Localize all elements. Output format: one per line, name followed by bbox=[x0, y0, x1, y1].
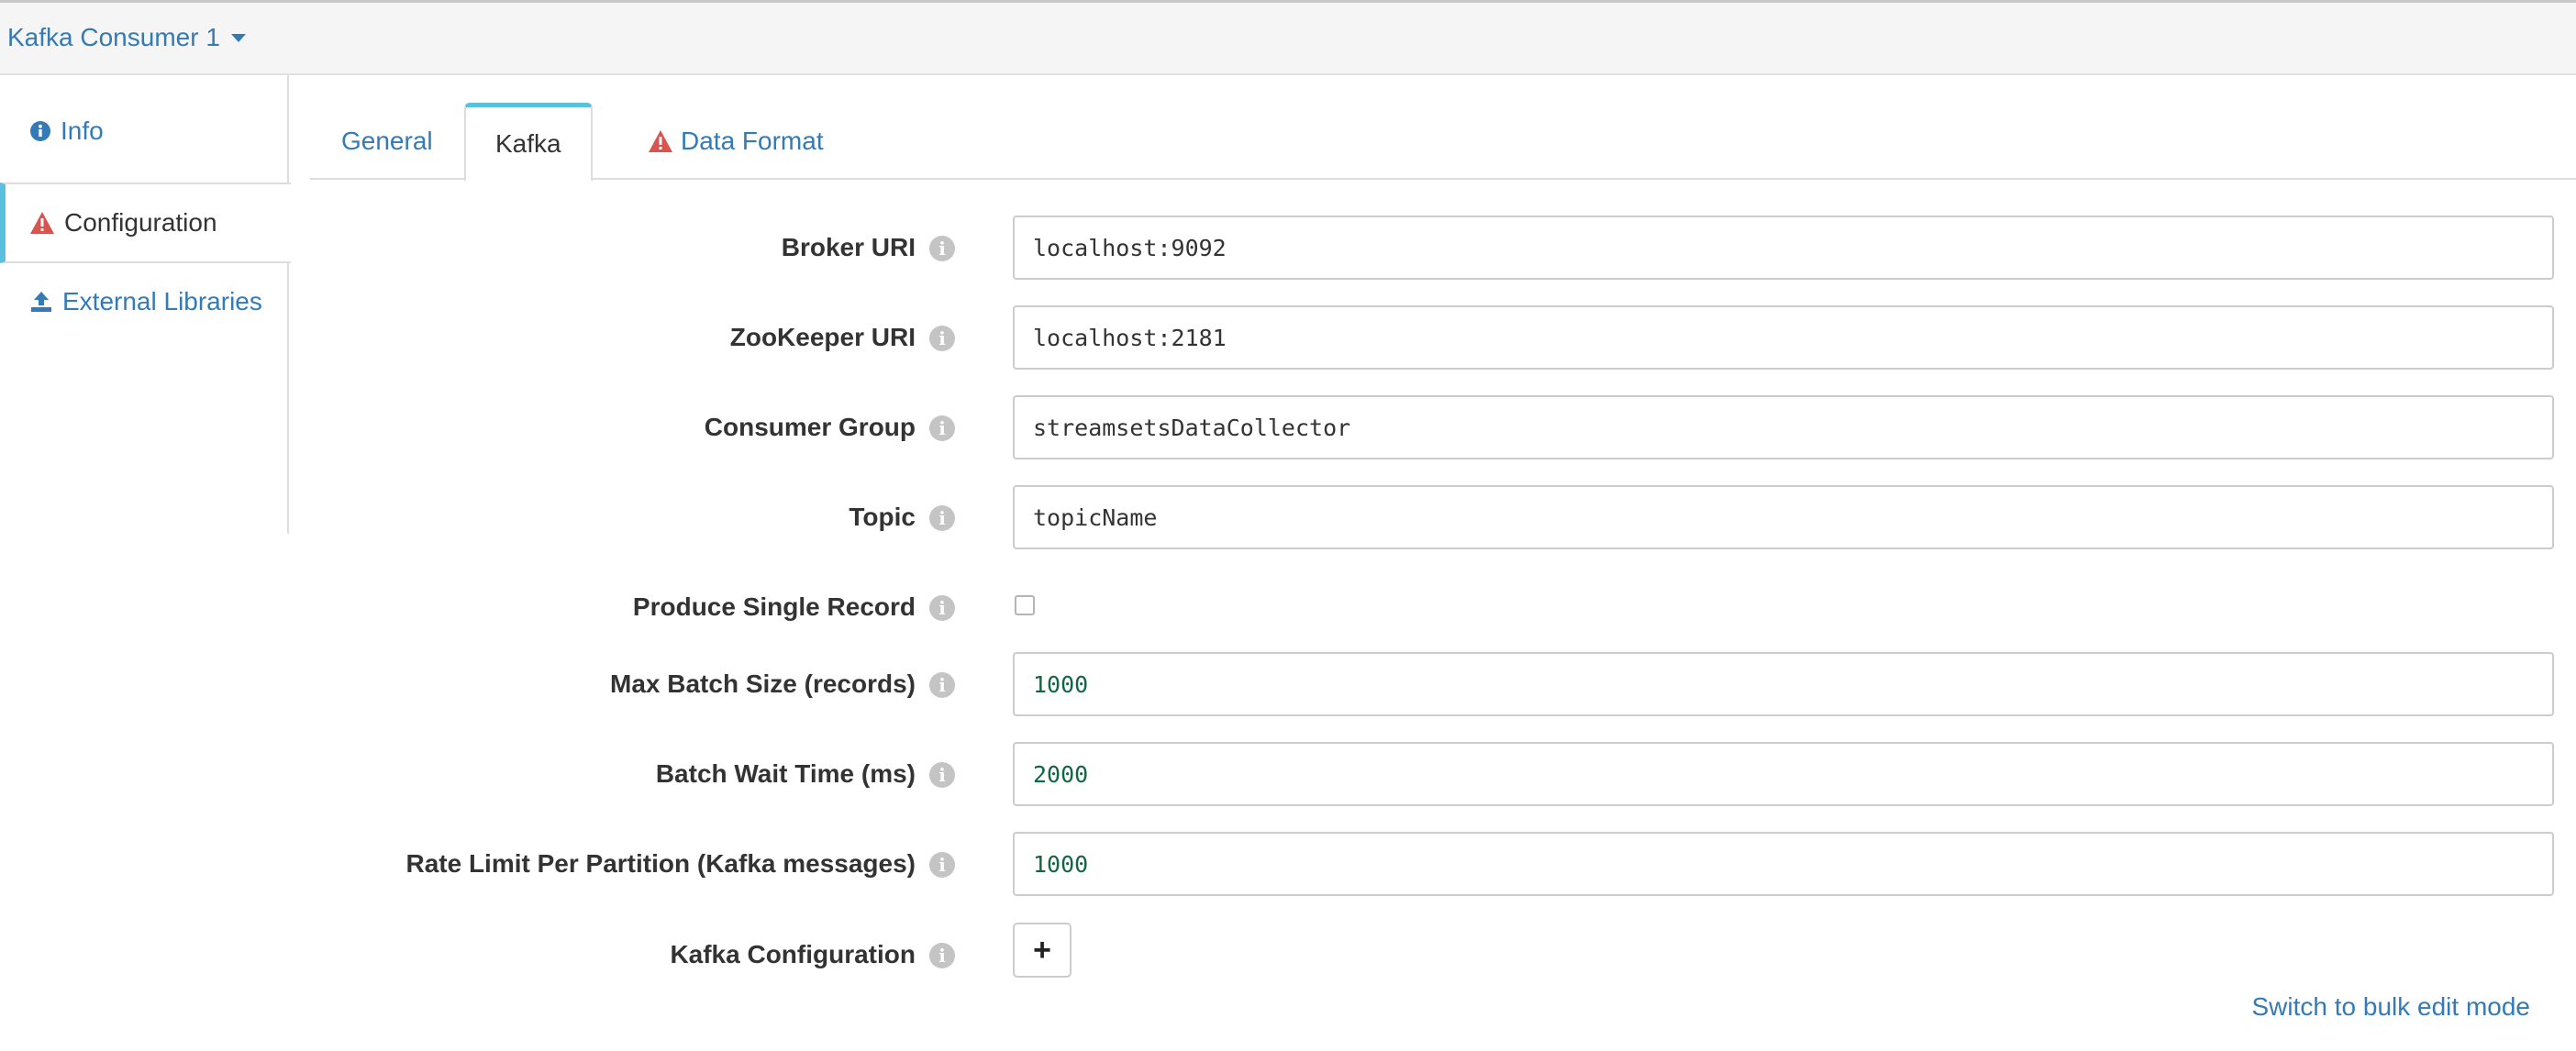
sidebar-item-label: Info bbox=[61, 116, 104, 145]
info-help-icon[interactable]: i bbox=[929, 943, 955, 968]
info-help-icon[interactable]: i bbox=[929, 236, 955, 261]
form-row-topic: Topic i bbox=[0, 485, 2576, 549]
broker-uri-label: Broker URI bbox=[781, 233, 916, 261]
produce-single-record-label: Produce Single Record bbox=[632, 592, 916, 621]
tab-kafka[interactable]: Kafka bbox=[464, 103, 593, 182]
stage-name: Kafka Consumer 1 bbox=[7, 23, 220, 51]
info-help-icon[interactable]: i bbox=[929, 762, 955, 788]
tab-label: General bbox=[341, 127, 433, 155]
info-help-icon[interactable]: i bbox=[929, 415, 955, 441]
config-sidebar: Info Configuration External Libraries bbox=[0, 75, 291, 534]
info-help-icon[interactable]: i bbox=[929, 505, 955, 531]
rate-limit-input[interactable] bbox=[1013, 832, 2554, 896]
consumer-group-input[interactable] bbox=[1013, 395, 2554, 459]
config-tabs: General Kafka Data Format bbox=[310, 103, 2576, 182]
form-row-produce-single-record: Produce Single Record i bbox=[0, 575, 2576, 639]
zookeeper-uri-label: ZooKeeper URI bbox=[729, 323, 916, 351]
info-help-icon[interactable]: i bbox=[929, 672, 955, 698]
max-batch-size-label: Max Batch Size (records) bbox=[610, 669, 916, 698]
tab-general[interactable]: General bbox=[312, 103, 462, 180]
rate-limit-label: Rate Limit Per Partition (Kafka messages… bbox=[405, 849, 916, 878]
produce-single-record-checkbox[interactable] bbox=[1015, 595, 1035, 615]
tab-data-format[interactable]: Data Format bbox=[618, 103, 853, 180]
kafka-configuration-label: Kafka Configuration bbox=[670, 940, 916, 968]
form-row-consumer-group: Consumer Group i bbox=[0, 395, 2576, 459]
stage-header: Kafka Consumer 1 bbox=[0, 0, 2576, 75]
tab-label: Kafka bbox=[495, 128, 561, 158]
form-row-zookeeper-uri: ZooKeeper URI i bbox=[0, 305, 2576, 370]
form-row-broker-uri: Broker URI i bbox=[0, 216, 2576, 280]
info-circle-icon bbox=[29, 120, 51, 142]
form-row-kafka-configuration: Kafka Configuration i + bbox=[0, 923, 2576, 987]
add-kafka-config-button[interactable]: + bbox=[1013, 923, 1071, 978]
batch-wait-time-input[interactable] bbox=[1013, 742, 2554, 806]
broker-uri-input[interactable] bbox=[1013, 216, 2554, 280]
caret-down-icon bbox=[230, 33, 246, 42]
zookeeper-uri-input[interactable] bbox=[1013, 305, 2554, 370]
topic-input[interactable] bbox=[1013, 485, 2554, 549]
warning-triangle-icon bbox=[648, 129, 673, 153]
tab-label: Data Format bbox=[681, 127, 824, 155]
batch-wait-time-label: Batch Wait Time (ms) bbox=[655, 759, 916, 788]
info-help-icon[interactable]: i bbox=[929, 852, 955, 878]
max-batch-size-input[interactable] bbox=[1013, 652, 2554, 716]
info-help-icon[interactable]: i bbox=[929, 595, 955, 621]
form-row-rate-limit: Rate Limit Per Partition (Kafka messages… bbox=[0, 832, 2576, 896]
sidebar-item-info[interactable]: Info bbox=[0, 91, 289, 171]
bulk-edit-mode-link[interactable]: Switch to bulk edit mode bbox=[2252, 992, 2531, 1022]
stage-config-panel: Kafka Consumer 1 Info Configuration Exte… bbox=[0, 0, 2576, 1051]
stage-selector-dropdown[interactable]: Kafka Consumer 1 bbox=[7, 23, 246, 52]
form-row-batch-wait-time: Batch Wait Time (ms) i bbox=[0, 742, 2576, 806]
consumer-group-label: Consumer Group bbox=[704, 413, 916, 441]
topic-label: Topic bbox=[849, 503, 916, 531]
form-row-max-batch-size: Max Batch Size (records) i bbox=[0, 652, 2576, 716]
info-help-icon[interactable]: i bbox=[929, 326, 955, 351]
